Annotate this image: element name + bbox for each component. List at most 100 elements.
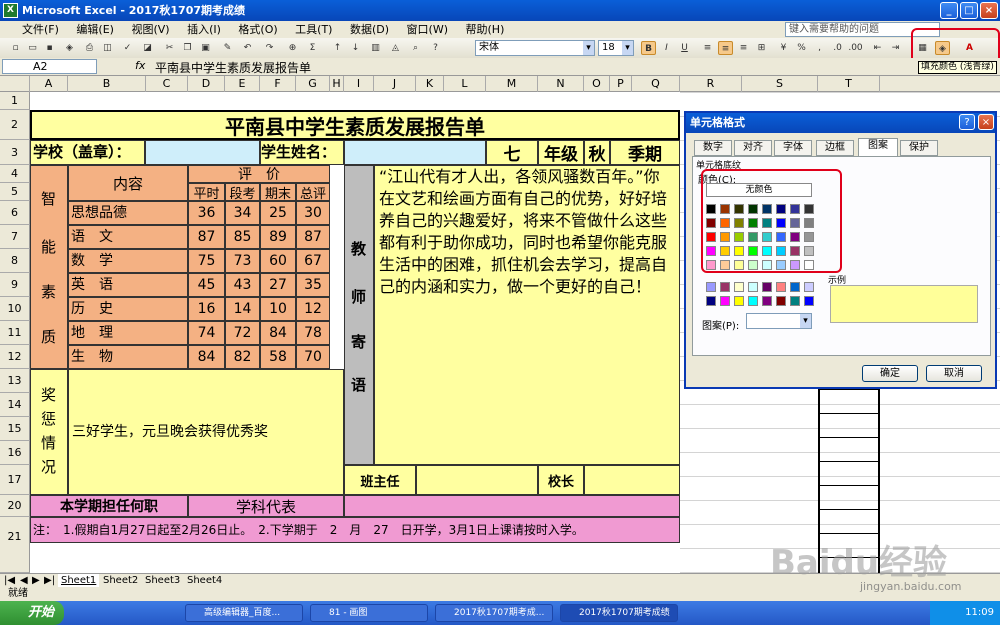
menu-view[interactable]: 视图(V) [131,23,169,36]
duty-extra[interactable] [344,495,680,517]
tab-nav-last-icon[interactable]: ▶| [44,574,55,587]
align-left-icon[interactable]: ≡ [700,41,715,55]
copy-icon[interactable]: ❐ [180,41,195,55]
row-header[interactable]: 11 [0,321,30,345]
hyperlink-icon[interactable]: ⊕ [285,41,300,55]
subject-name[interactable]: 语 文 [68,225,188,249]
dialog-close-button[interactable]: × [978,114,994,130]
color-swatch[interactable] [790,282,800,292]
eval-col[interactable]: 平时 [188,183,225,201]
formula-input[interactable]: 平南县中学生素质发展报告单 [155,59,311,76]
sheet-tab-3[interactable]: Sheet3 [142,574,183,587]
row-header[interactable]: 8 [0,249,30,273]
color-swatch[interactable] [706,246,716,256]
report-title[interactable]: 平南县中学生素质发展报告单 [30,110,680,140]
score-cell[interactable]: 16 [188,297,225,321]
color-swatch[interactable] [748,246,758,256]
term-value[interactable]: 秋 [584,140,610,165]
column-header[interactable]: R [680,76,742,92]
save-icon[interactable]: ▪ [42,41,57,55]
score-cell[interactable]: 84 [260,321,296,345]
row-header[interactable]: 12 [0,345,30,369]
font-name-select[interactable]: 宋体 [475,40,595,56]
eval-header[interactable]: 评 价 [188,165,330,183]
banzhuren-value[interactable] [416,465,538,495]
color-swatch[interactable] [720,282,730,292]
subject-name[interactable]: 思想品德 [68,201,188,225]
score-cell[interactable]: 75 [188,249,225,273]
score-cell[interactable]: 45 [188,273,225,297]
score-cell[interactable]: 43 [225,273,260,297]
xiaozhang-label[interactable]: 校长 [538,465,584,495]
sort-desc-icon[interactable]: ↓ [348,41,363,55]
drawing-icon[interactable]: ◬ [388,41,403,55]
score-cell[interactable]: 36 [188,201,225,225]
cut-icon[interactable]: ✂ [162,41,177,55]
column-header[interactable]: M [486,76,538,92]
color-swatch[interactable] [720,218,730,228]
score-cell[interactable]: 73 [225,249,260,273]
color-swatch[interactable] [762,296,772,306]
sort-asc-icon[interactable]: ↑ [330,41,345,55]
score-cell[interactable]: 34 [225,201,260,225]
award-text[interactable]: 三好学生，元旦晚会获得优秀奖 [68,369,344,495]
tab-number[interactable]: 数字 [694,140,732,156]
subject-name[interactable]: 历 史 [68,297,188,321]
menu-file[interactable]: 文件(F) [22,23,59,36]
score-cell[interactable]: 72 [225,321,260,345]
tab-patterns[interactable]: 图案 [858,138,898,157]
subject-name[interactable]: 生 物 [68,345,188,369]
content-header[interactable]: 内容 [68,165,188,201]
zoom-icon[interactable]: ⌕ [408,41,423,55]
banzhuren-label[interactable]: 班主任 [344,465,416,495]
score-cell[interactable]: 85 [225,225,260,249]
underline-button[interactable]: U [677,41,692,55]
score-cell[interactable]: 30 [296,201,330,225]
color-swatch[interactable] [790,296,800,306]
start-button[interactable]: 开始 [0,601,64,625]
column-header[interactable]: S [742,76,818,92]
score-cell[interactable]: 58 [260,345,296,369]
score-cell[interactable]: 89 [260,225,296,249]
column-header[interactable]: T [818,76,880,92]
color-swatch[interactable] [804,218,814,228]
score-cell[interactable]: 78 [296,321,330,345]
color-swatch[interactable] [776,296,786,306]
color-swatch[interactable] [734,204,744,214]
paste-icon[interactable]: ▣ [198,41,213,55]
fx-icon[interactable]: fx [135,59,145,72]
task-editor[interactable]: 高级编辑器_百度... [185,604,303,622]
italic-button[interactable]: I [659,41,674,55]
column-header[interactable]: K [416,76,444,92]
maximize-button[interactable]: □ [960,2,978,19]
score-cell[interactable]: 82 [225,345,260,369]
row-header[interactable]: 4 [0,165,30,183]
column-header[interactable]: J [374,76,416,92]
eval-col[interactable]: 总评 [296,183,330,201]
row-header[interactable]: 15 [0,417,30,441]
color-swatch[interactable] [762,204,772,214]
column-header[interactable]: A [30,76,68,92]
new-icon[interactable]: ▫ [8,41,23,55]
term-label[interactable]: 季期 [610,140,680,165]
color-swatch[interactable] [734,260,744,270]
ok-button[interactable]: 确定 [862,365,918,382]
color-swatch[interactable] [734,296,744,306]
row-header[interactable]: 6 [0,201,30,225]
select-all-corner[interactable] [0,76,30,92]
increase-decimal-icon[interactable]: .0 [830,41,845,55]
increase-indent-icon[interactable]: ⇥ [888,41,903,55]
color-swatch[interactable] [790,218,800,228]
color-swatch[interactable] [804,260,814,270]
open-icon[interactable]: ▭ [25,41,40,55]
task-excel-1[interactable]: 2017秋1707期考成... [435,604,553,622]
subject-name[interactable]: 数 学 [68,249,188,273]
name-box[interactable]: A2 [2,59,97,74]
color-swatch[interactable] [734,246,744,256]
row-header[interactable]: 3 [0,140,30,165]
research-icon[interactable]: ◪ [140,41,155,55]
color-swatch[interactable] [734,232,744,242]
color-swatch[interactable] [804,296,814,306]
column-header[interactable]: F [260,76,296,92]
color-swatch[interactable] [734,282,744,292]
